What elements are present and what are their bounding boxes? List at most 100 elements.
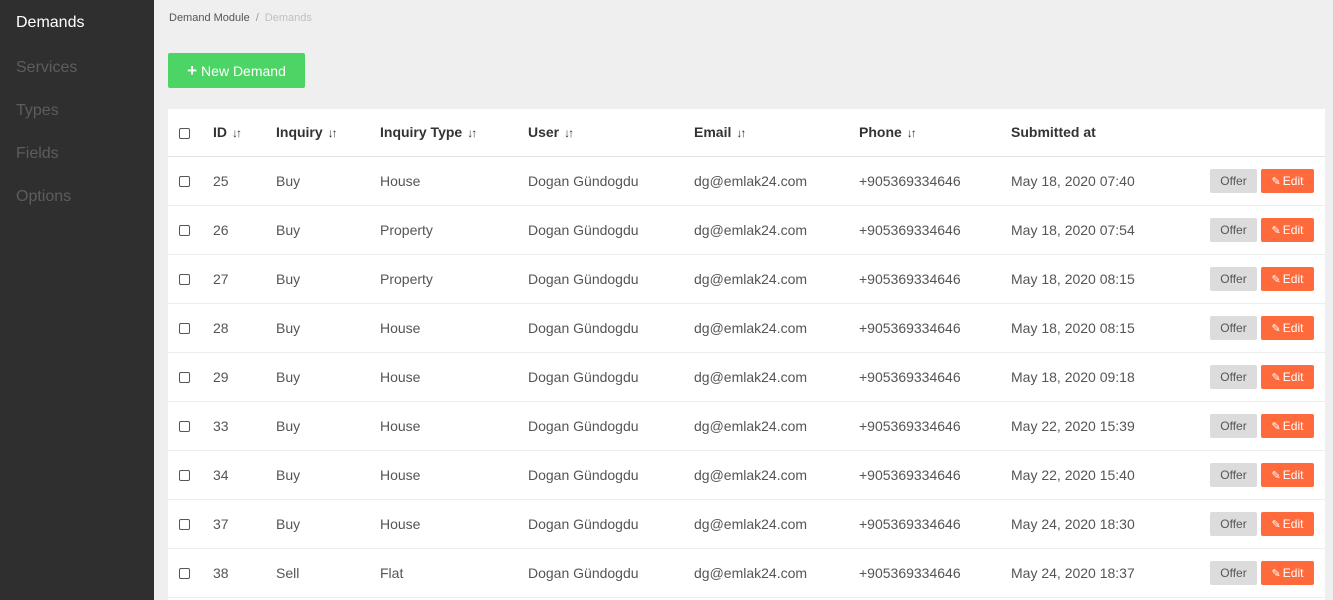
cell-user: Dogan Gündogdu	[528, 254, 694, 304]
edit-label: Edit	[1282, 369, 1304, 384]
cell-actions: Offer ✎ Edit	[1191, 303, 1325, 353]
offer-button[interactable]: Offer	[1210, 560, 1257, 585]
row-checkbox[interactable]	[179, 568, 190, 580]
cell-email: dg@emlak24.com	[694, 156, 859, 206]
cell-phone: +905369334646	[859, 205, 1011, 255]
table-row: 38 Sell Flat Dogan Gündogdu dg@emlak24.com +9…	[168, 548, 1325, 598]
pencil-icon: ✎	[1271, 371, 1281, 384]
cell-inquiry-type: Property	[380, 205, 528, 255]
cell-submitted-at: May 24, 2020 18:30	[1011, 499, 1191, 549]
edit-button[interactable]: ✎ Edit	[1261, 217, 1314, 242]
sort-icon[interactable]: ↓↑	[736, 126, 746, 140]
row-checkbox[interactable]	[179, 421, 190, 433]
offer-button[interactable]: Offer	[1210, 364, 1257, 389]
offer-button[interactable]: Offer	[1210, 217, 1257, 242]
column-header-inquiry-type[interactable]: Inquiry Type ↓↑	[380, 109, 528, 157]
cell-id: 33	[213, 401, 276, 451]
offer-button[interactable]: Offer	[1210, 315, 1257, 340]
row-checkbox[interactable]	[179, 176, 190, 188]
cell-submitted-at: May 18, 2020 09:18	[1011, 352, 1191, 402]
cell-user: Dogan Gündogdu	[528, 450, 694, 500]
main-content: Demand Module / Demands + New Demand ID ↓↑ …	[154, 0, 1333, 600]
sort-icon[interactable]: ↓↑	[907, 126, 917, 140]
edit-button[interactable]: ✎ Edit	[1261, 315, 1314, 340]
edit-label: Edit	[1282, 320, 1304, 335]
sidebar-item-options[interactable]: Options	[0, 175, 154, 218]
row-checkbox[interactable]	[179, 470, 190, 482]
pencil-icon: ✎	[1271, 469, 1281, 482]
sidebar-item-fields[interactable]: Fields	[0, 132, 154, 175]
cell-actions: Offer ✎ Edit	[1191, 401, 1325, 451]
cell-phone: +905369334646	[859, 352, 1011, 402]
offer-button[interactable]: Offer	[1210, 266, 1257, 291]
cell-phone: +905369334646	[859, 401, 1011, 451]
edit-label: Edit	[1282, 173, 1304, 188]
edit-button[interactable]: ✎ Edit	[1261, 462, 1314, 487]
new-demand-button[interactable]: + New Demand	[168, 53, 305, 88]
cell-inquiry-type: House	[380, 499, 528, 549]
column-header-actions	[1191, 109, 1325, 157]
row-checkbox[interactable]	[179, 519, 190, 531]
new-demand-label: New Demand	[201, 62, 286, 79]
edit-label: Edit	[1282, 271, 1304, 286]
sidebar-item-types[interactable]: Types	[0, 89, 154, 132]
cell-inquiry: Buy	[276, 450, 380, 500]
edit-button[interactable]: ✎ Edit	[1261, 413, 1314, 438]
select-all-checkbox[interactable]	[179, 128, 190, 140]
cell-inquiry: Buy	[276, 156, 380, 206]
cell-id: 27	[213, 254, 276, 304]
breadcrumb-parent[interactable]: Demand Module	[169, 12, 250, 24]
table-row: 37 Buy House Dogan Gündogdu dg@emlak24.com +9…	[168, 499, 1325, 549]
edit-label: Edit	[1282, 467, 1304, 482]
row-checkbox[interactable]	[179, 274, 190, 286]
edit-button[interactable]: ✎ Edit	[1261, 168, 1314, 193]
sidebar-item-services[interactable]: Services	[0, 46, 154, 89]
cell-user: Dogan Gündogdu	[528, 156, 694, 206]
cell-submitted-at: May 18, 2020 07:54	[1011, 205, 1191, 255]
table-body: 25 Buy House Dogan Gündogdu dg@emlak24.com +9…	[168, 156, 1325, 598]
cell-phone: +905369334646	[859, 156, 1011, 206]
column-header-inquiry[interactable]: Inquiry ↓↑	[276, 109, 380, 157]
edit-button[interactable]: ✎ Edit	[1261, 266, 1314, 291]
edit-button[interactable]: ✎ Edit	[1261, 511, 1314, 536]
column-header-user[interactable]: User ↓↑	[528, 109, 694, 157]
column-header-id[interactable]: ID ↓↑	[213, 109, 276, 157]
cell-inquiry-type: House	[380, 352, 528, 402]
cell-email: dg@emlak24.com	[694, 205, 859, 255]
table-row: 26 Buy Property Dogan Gündogdu dg@emlak24.co…	[168, 205, 1325, 255]
pencil-icon: ✎	[1271, 567, 1281, 580]
column-header-email[interactable]: Email ↓↑	[694, 109, 859, 157]
edit-label: Edit	[1282, 222, 1304, 237]
offer-button[interactable]: Offer	[1210, 462, 1257, 487]
pencil-icon: ✎	[1271, 175, 1281, 188]
cell-id: 37	[213, 499, 276, 549]
cell-phone: +905369334646	[859, 303, 1011, 353]
sort-icon[interactable]: ↓↑	[232, 126, 242, 140]
row-checkbox[interactable]	[179, 372, 190, 384]
edit-button[interactable]: ✎ Edit	[1261, 364, 1314, 389]
cell-inquiry-type: House	[380, 303, 528, 353]
row-checkbox[interactable]	[179, 323, 190, 335]
sort-icon[interactable]: ↓↑	[564, 126, 574, 140]
cell-submitted-at: May 22, 2020 15:39	[1011, 401, 1191, 451]
sidebar-item-demands[interactable]: Demands	[0, 0, 154, 46]
cell-user: Dogan Gündogdu	[528, 548, 694, 598]
cell-inquiry-type: House	[380, 156, 528, 206]
breadcrumb-current: Demands	[264, 12, 312, 24]
cell-id: 38	[213, 548, 276, 598]
breadcrumb-separator: /	[255, 12, 259, 24]
offer-button[interactable]: Offer	[1210, 413, 1257, 438]
table-row: 28 Buy House Dogan Gündogdu dg@emlak24.com +9…	[168, 303, 1325, 353]
offer-button[interactable]: Offer	[1210, 168, 1257, 193]
sort-icon[interactable]: ↓↑	[328, 126, 338, 140]
offer-button[interactable]: Offer	[1210, 511, 1257, 536]
column-header-phone[interactable]: Phone ↓↑	[859, 109, 1011, 157]
cell-actions: Offer ✎ Edit	[1191, 254, 1325, 304]
edit-button[interactable]: ✎ Edit	[1261, 560, 1314, 585]
row-checkbox[interactable]	[179, 225, 190, 237]
sort-icon[interactable]: ↓↑	[467, 126, 477, 140]
cell-inquiry: Sell	[276, 548, 380, 598]
cell-actions: Offer ✎ Edit	[1191, 205, 1325, 255]
table-row: 27 Buy Property Dogan Gündogdu dg@emlak24.co…	[168, 254, 1325, 304]
cell-inquiry: Buy	[276, 205, 380, 255]
